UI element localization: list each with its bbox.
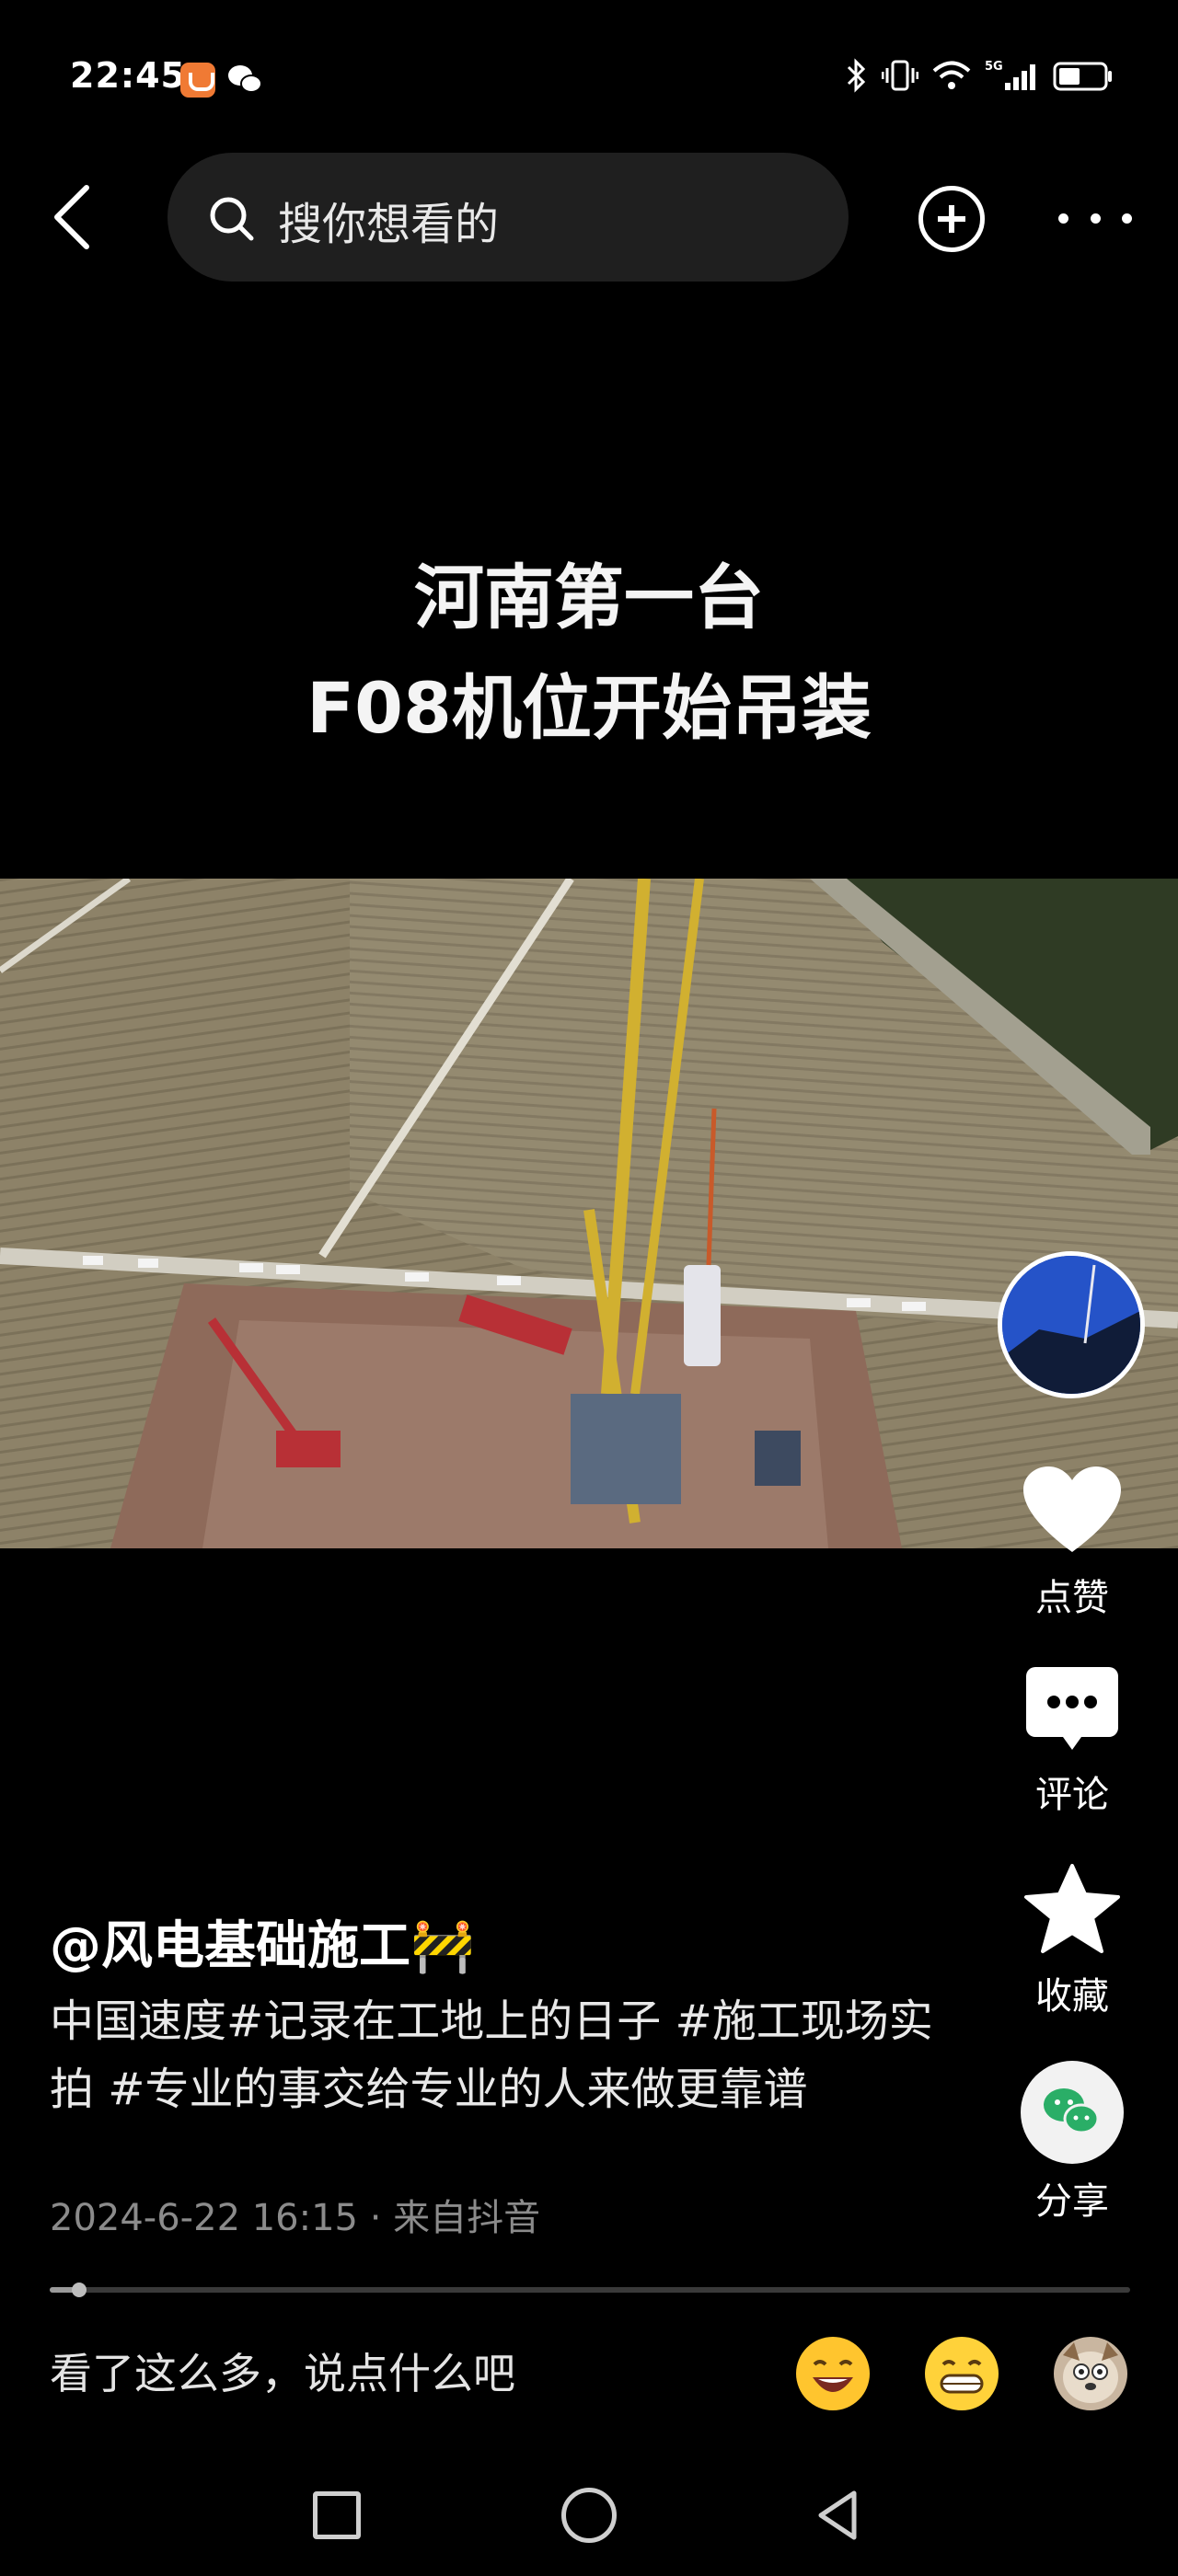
vibrate-icon <box>882 60 918 91</box>
search-input[interactable]: 搜你想看的 <box>167 153 849 282</box>
favorite-label: 收藏 <box>1035 1975 1109 2018</box>
video-player[interactable] <box>0 879 1178 1548</box>
grinning-emoji-icon[interactable] <box>925 2337 999 2410</box>
wechat-icon <box>1021 2061 1124 2164</box>
author-name[interactable]: @风电基础施工🚧 <box>50 1904 475 1979</box>
search-icon <box>210 197 254 241</box>
status-time: 22:45 <box>70 55 186 96</box>
heart-icon <box>1023 1466 1121 1552</box>
status-icons: 5G <box>845 57 1114 94</box>
home-button[interactable] <box>561 2488 617 2543</box>
comment-input[interactable]: 看了这么多，说点什么吧 <box>50 2340 515 2401</box>
dog-emoji-icon[interactable] <box>1054 2337 1127 2410</box>
like-button[interactable]: 点赞 <box>994 1465 1150 1621</box>
signal-icon: 5G <box>985 60 1035 90</box>
video-title-overlay: 河南第一台 F08机位开始吊装 <box>0 543 1178 764</box>
battery-icon <box>1053 62 1112 91</box>
star-icon <box>1024 1864 1120 1953</box>
status-bar: 22:45 5G <box>0 0 1178 156</box>
dot-icon <box>1058 213 1068 224</box>
author-avatar[interactable] <box>998 1251 1145 1398</box>
recent-apps-button[interactable] <box>313 2491 361 2539</box>
add-button[interactable] <box>918 186 985 252</box>
video-title-line-2: F08机位开始吊装 <box>306 667 872 749</box>
system-nav-bar <box>0 2466 1178 2576</box>
dot-icon <box>1090 213 1101 224</box>
post-meta: 2024-6-22 16:15 · 来自抖音 <box>50 2197 541 2239</box>
share-button[interactable]: 分享 <box>994 2061 1150 2225</box>
comment-icon <box>1026 1667 1118 1750</box>
video-caption[interactable]: 中国速度#记录在工地上的日子 #施工现场实拍 #专业的事交给专业的人来做更靠谱 <box>50 1987 933 2123</box>
wechat-notification-icon <box>226 63 263 96</box>
network-type-label: 5G <box>985 60 1003 74</box>
laughing-emoji-icon[interactable] <box>796 2337 870 2410</box>
progress-handle[interactable] <box>71 2283 87 2297</box>
video-title-line-1: 河南第一台 <box>414 557 764 638</box>
chevron-left-icon <box>54 185 89 249</box>
notification-app-icon <box>180 63 215 98</box>
more-options-button[interactable] <box>1058 204 1132 232</box>
top-nav: 搜你想看的 <box>0 153 1178 282</box>
comment-button[interactable]: 评论 <box>994 1665 1150 1818</box>
favorite-button[interactable]: 收藏 <box>994 1863 1150 2019</box>
back-button[interactable] <box>46 182 101 252</box>
back-triangle-button[interactable] <box>810 2488 865 2543</box>
share-label: 分享 <box>1035 2180 1109 2223</box>
like-label: 点赞 <box>1035 1577 1109 1619</box>
dot-icon <box>1122 213 1132 224</box>
bluetooth-icon <box>847 58 866 93</box>
comment-label: 评论 <box>1035 1774 1109 1816</box>
wifi-icon <box>932 61 971 89</box>
search-placeholder: 搜你想看的 <box>278 199 500 250</box>
video-frame-image <box>0 879 1178 1548</box>
playback-progress-bar[interactable] <box>50 2283 1130 2297</box>
